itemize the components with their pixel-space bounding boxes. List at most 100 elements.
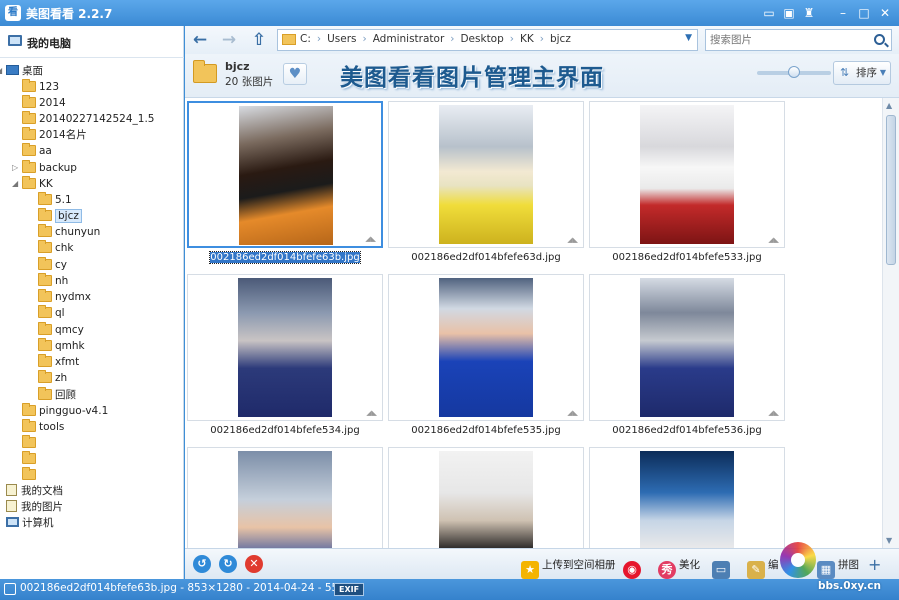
my-computer-row[interactable]: 我的电脑	[0, 26, 184, 58]
tree-item[interactable]: zh	[38, 370, 67, 386]
thumbnail-card[interactable]: ◢◣	[589, 101, 785, 248]
tree-item[interactable]: ▷ backup	[12, 160, 77, 176]
comment-icon[interactable]: ▭	[760, 4, 778, 22]
thumbnail-card[interactable]: ◢◣	[187, 447, 383, 548]
tree-item[interactable]: qmcy	[38, 322, 84, 338]
search-box[interactable]	[705, 29, 892, 51]
chevron-down-icon[interactable]: ▼	[685, 33, 692, 43]
tree-item[interactable]: xfmt	[38, 354, 79, 370]
thumbnail-filename[interactable]: 002186ed2df014bfefe533.jpg	[589, 252, 785, 263]
photo-thumbnail[interactable]	[439, 105, 533, 244]
rotate-right-icon[interactable]: ↻	[219, 555, 237, 573]
photo-thumbnail[interactable]	[640, 105, 734, 244]
weibo-share-button[interactable]: ◉	[623, 555, 644, 579]
tree-item[interactable]: nydmx	[38, 289, 91, 305]
expanded-arrow-icon[interactable]: ◢	[0, 63, 2, 79]
folder-icon	[38, 192, 52, 205]
thumbnail-card[interactable]: ◢◣	[589, 274, 785, 421]
scroll-up-icon[interactable]: ▲	[886, 101, 892, 110]
tree-item[interactable]: 5.1	[38, 192, 72, 208]
close-icon[interactable]: ✕	[876, 4, 894, 22]
minimize-icon[interactable]: –	[834, 4, 852, 22]
tree-item[interactable]: 2014名片	[22, 127, 87, 143]
tree-item[interactable]: ◢ KK	[12, 176, 53, 192]
search-icon[interactable]	[874, 34, 885, 45]
photo-thumbnail[interactable]	[238, 451, 332, 548]
delete-icon[interactable]: ✕	[245, 555, 263, 573]
tree-item[interactable]: 回顾	[38, 387, 76, 403]
search-input[interactable]	[710, 32, 870, 48]
scrollbar-thumb[interactable]	[886, 115, 896, 265]
photo-thumbnail[interactable]	[439, 278, 533, 417]
forward-arrow-icon[interactable]: →	[218, 29, 240, 51]
tree-item-label: pingguo-v4.1	[39, 405, 109, 417]
skin-icon[interactable]: ▣	[780, 4, 798, 22]
breadcrumb-item[interactable]: Desktop	[460, 33, 503, 45]
tree-item[interactable]: qmhk	[38, 338, 85, 354]
tshirt-icon[interactable]: ♜	[800, 4, 818, 22]
address-bar[interactable]: C: › Users › Administrator › Desktop › KK › bjcz ▼	[277, 29, 698, 51]
breadcrumb-item[interactable]: bjcz	[550, 33, 571, 45]
thumbnail-card[interactable]: ◢◣	[187, 274, 383, 421]
tree-item-label: qmhk	[55, 340, 85, 352]
thumbnail-filename[interactable]: 002186ed2df014bfefe63b.jpg	[187, 251, 383, 264]
beautify-label: 美化	[679, 559, 700, 571]
tree-item[interactable]	[22, 435, 39, 451]
maximize-icon[interactable]: □	[855, 4, 873, 22]
tree-item[interactable]: ◢ 桌面	[0, 63, 43, 79]
tree-item[interactable]: tools	[22, 419, 64, 435]
photo-thumbnail[interactable]	[640, 278, 734, 417]
slider-knob[interactable]	[788, 66, 801, 78]
tree-item[interactable]	[22, 467, 39, 483]
photo-thumbnail[interactable]	[239, 106, 333, 245]
tree-item[interactable]: 我的图片	[6, 499, 63, 515]
expanded-arrow-icon[interactable]: ◢	[12, 176, 18, 192]
breadcrumb[interactable]: C: › Users › Administrator › Desktop › KK › bjcz	[300, 33, 571, 45]
back-arrow-icon[interactable]: ←	[189, 29, 211, 51]
thumbnail-filename[interactable]: 002186ed2df014bfefe536.jpg	[589, 425, 785, 436]
thumbnail-card[interactable]: ◢◣	[589, 447, 785, 548]
tree-item[interactable]: bjcz	[38, 208, 82, 224]
collapsed-arrow-icon[interactable]: ▷	[12, 160, 18, 176]
photo-thumbnail[interactable]	[439, 451, 533, 548]
thumbnail-card[interactable]: ◢◣	[388, 274, 584, 421]
tree-item[interactable]: 20140227142524_1.5	[22, 111, 154, 127]
tree-item[interactable]: 计算机	[6, 515, 54, 531]
tree-item[interactable]: chk	[38, 240, 74, 256]
breadcrumb-item[interactable]: KK	[520, 33, 534, 45]
tree-item[interactable]: 123	[22, 79, 59, 95]
document-icon	[6, 484, 17, 496]
vertical-scrollbar[interactable]: ▲ ▼	[882, 98, 899, 548]
breadcrumb-item[interactable]: Users	[327, 33, 356, 45]
thumbnail-filename[interactable]: 002186ed2df014bfefe534.jpg	[187, 425, 383, 436]
tree-item[interactable]	[22, 451, 39, 467]
tree-item-label: tools	[39, 421, 65, 433]
up-folder-icon[interactable]: ⇧	[248, 29, 270, 51]
tree-item[interactable]: nh	[38, 273, 68, 289]
thumbnail-size-slider[interactable]	[757, 66, 831, 78]
tree-item[interactable]: aa	[22, 143, 52, 159]
thumbnail-filename[interactable]: 002186ed2df014bfefe535.jpg	[388, 425, 584, 436]
tree-item[interactable]: pingguo-v4.1	[22, 403, 108, 419]
thumbnail-card[interactable]: ◢◣	[388, 101, 584, 248]
exif-button[interactable]: EXIF	[334, 583, 365, 596]
breadcrumb-item[interactable]: C:	[300, 33, 311, 45]
sort-button[interactable]: ⇅ 排序 ▼	[833, 61, 891, 85]
photo-thumbnail[interactable]	[640, 451, 734, 548]
upload-album-button[interactable]: ★ 上传到空间相册	[521, 555, 616, 579]
slideshow-button[interactable]: ▭	[712, 555, 733, 579]
breadcrumb-item[interactable]: Administrator	[373, 33, 445, 45]
thumbnail-card[interactable]: ◢◣	[187, 101, 383, 248]
beautify-button[interactable]: 秀美化	[658, 555, 700, 579]
tree-item[interactable]: 2014	[22, 95, 66, 111]
thumbnail-card[interactable]: ◢◣	[388, 447, 584, 548]
tree-item-label: backup	[39, 162, 77, 174]
tree-item[interactable]: chunyun	[38, 224, 100, 240]
tree-item[interactable]: ql	[38, 305, 65, 321]
tree-item[interactable]: cy	[38, 257, 67, 273]
rotate-left-icon[interactable]: ↺	[193, 555, 211, 573]
thumbnail-filename[interactable]: 002186ed2df014bfefe63d.jpg	[388, 252, 584, 263]
favorite-heart-button[interactable]: ♥	[283, 63, 307, 85]
tree-item[interactable]: 我的文档	[6, 483, 63, 499]
photo-thumbnail[interactable]	[238, 278, 332, 417]
